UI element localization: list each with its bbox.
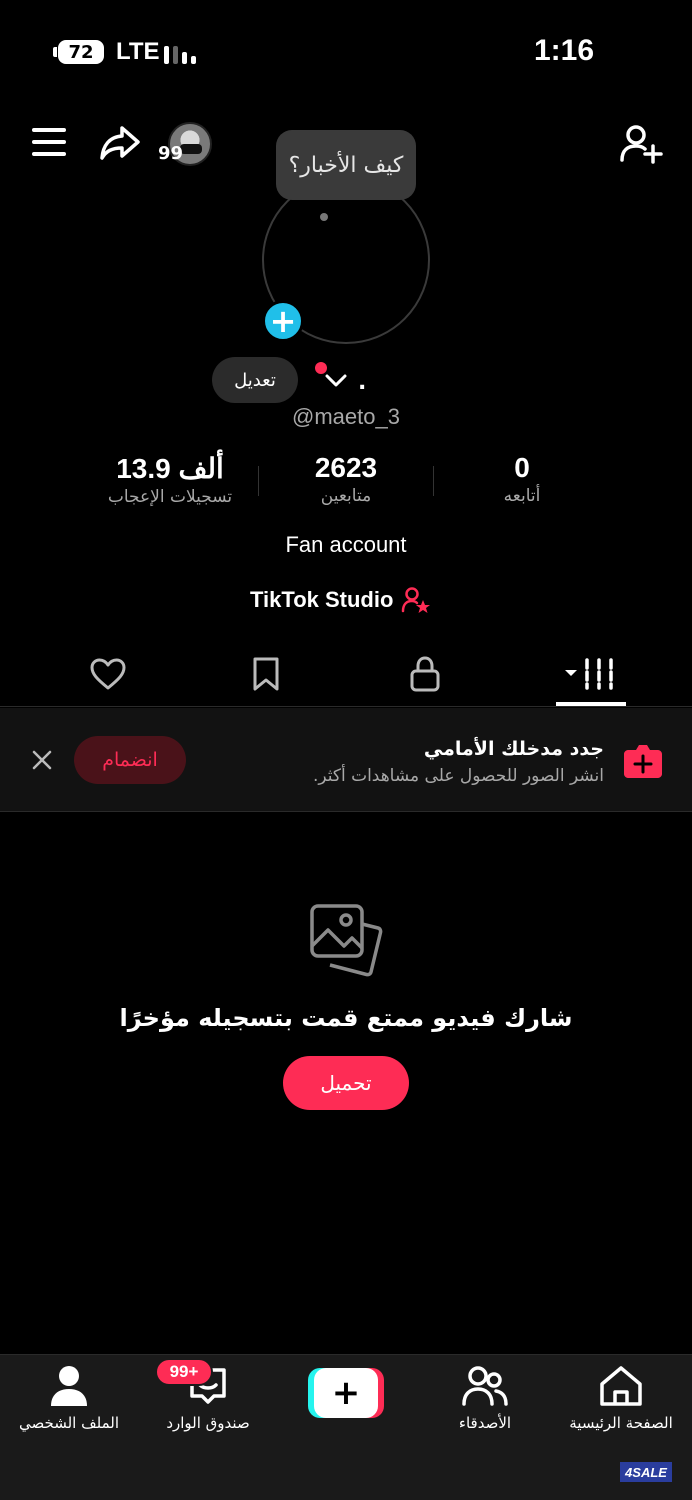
network-type: LTE xyxy=(116,38,160,65)
banner-subtitle: انشر الصور للحصول على مشاهدات أكثر. xyxy=(312,766,604,786)
tab-private[interactable] xyxy=(400,650,450,698)
creator-star-icon xyxy=(402,587,431,613)
display-name: . xyxy=(358,370,367,395)
heart-icon xyxy=(90,658,126,690)
lock-icon xyxy=(410,656,440,692)
chevron-down-icon[interactable] xyxy=(324,370,348,390)
nav-friends-label: الأصدقاء xyxy=(458,1414,512,1432)
stat-following[interactable]: 0 أتابعه xyxy=(432,452,612,506)
stat-followers[interactable]: 2623 متابعين xyxy=(256,452,436,506)
close-icon[interactable] xyxy=(30,748,54,772)
nav-inbox-label: صندوق الوارد xyxy=(166,1414,250,1432)
menu-icon[interactable] xyxy=(32,128,66,156)
likes-count: 13.9 ألف xyxy=(116,453,224,484)
tab-saved[interactable] xyxy=(241,650,291,698)
banner-title: جدد مدخلك الأمامي xyxy=(423,738,604,760)
share-icon[interactable] xyxy=(98,120,142,164)
following-count: 0 xyxy=(514,452,530,483)
tab-liked[interactable] xyxy=(83,650,133,698)
stat-likes[interactable]: 13.9 ألف تسجيلات الإعجاب xyxy=(80,452,260,507)
likes-label: تسجيلات الإعجاب xyxy=(107,487,233,507)
bookmark-icon xyxy=(253,657,279,691)
profile-icon xyxy=(51,1366,87,1406)
followers-label: متابعين xyxy=(320,486,372,506)
watermark-logo: 4SALE xyxy=(620,1462,672,1482)
add-friend-icon[interactable] xyxy=(620,122,664,166)
add-photo-button[interactable]: + xyxy=(262,300,304,342)
battery-level: 72 xyxy=(68,41,94,63)
nav-profile[interactable]: الملف الشخصي xyxy=(4,1364,134,1432)
tabs-divider xyxy=(0,706,692,707)
tab-videos[interactable] xyxy=(556,650,626,698)
add-photo-icon xyxy=(624,745,662,778)
bubble-pointer xyxy=(320,213,328,221)
friends-icon xyxy=(462,1366,508,1406)
empty-state-message: شارك فيديو ممتع قمت بتسجيله مؤخرًا xyxy=(119,1004,573,1032)
grid-dropdown-icon xyxy=(565,658,613,690)
join-button[interactable]: انضمام xyxy=(74,736,186,784)
nav-home-label: الصفحة الرئيسية xyxy=(569,1414,673,1432)
tiktok-studio-link[interactable]: TikTok Studio xyxy=(250,586,431,614)
nav-profile-label: الملف الشخصي xyxy=(19,1414,119,1432)
photos-icon xyxy=(310,904,383,977)
studio-label: TikTok Studio xyxy=(250,587,394,612)
signal-icon xyxy=(164,42,204,64)
create-button[interactable]: + xyxy=(308,1368,384,1418)
profile-bio: Fan account xyxy=(285,532,407,557)
battery-indicator: 72 xyxy=(53,40,104,64)
notification-count: 99 xyxy=(158,143,184,164)
username: @maeto_3 xyxy=(292,404,400,429)
clock: 1:16 xyxy=(533,34,594,67)
plus-icon: + xyxy=(314,1368,378,1418)
status-bubble[interactable]: كيف الأخبار؟ xyxy=(276,130,416,200)
following-label: أتابعه xyxy=(503,486,541,506)
nav-friends[interactable]: الأصدقاء xyxy=(420,1364,550,1432)
edit-profile-button[interactable]: تعديل xyxy=(212,357,298,403)
followers-count: 2623 xyxy=(314,452,378,483)
upload-button[interactable]: تحميل xyxy=(283,1056,409,1110)
inbox-badge: 99+ xyxy=(155,1358,213,1386)
home-icon xyxy=(600,1366,642,1406)
nav-home[interactable]: الصفحة الرئيسية xyxy=(556,1364,686,1432)
